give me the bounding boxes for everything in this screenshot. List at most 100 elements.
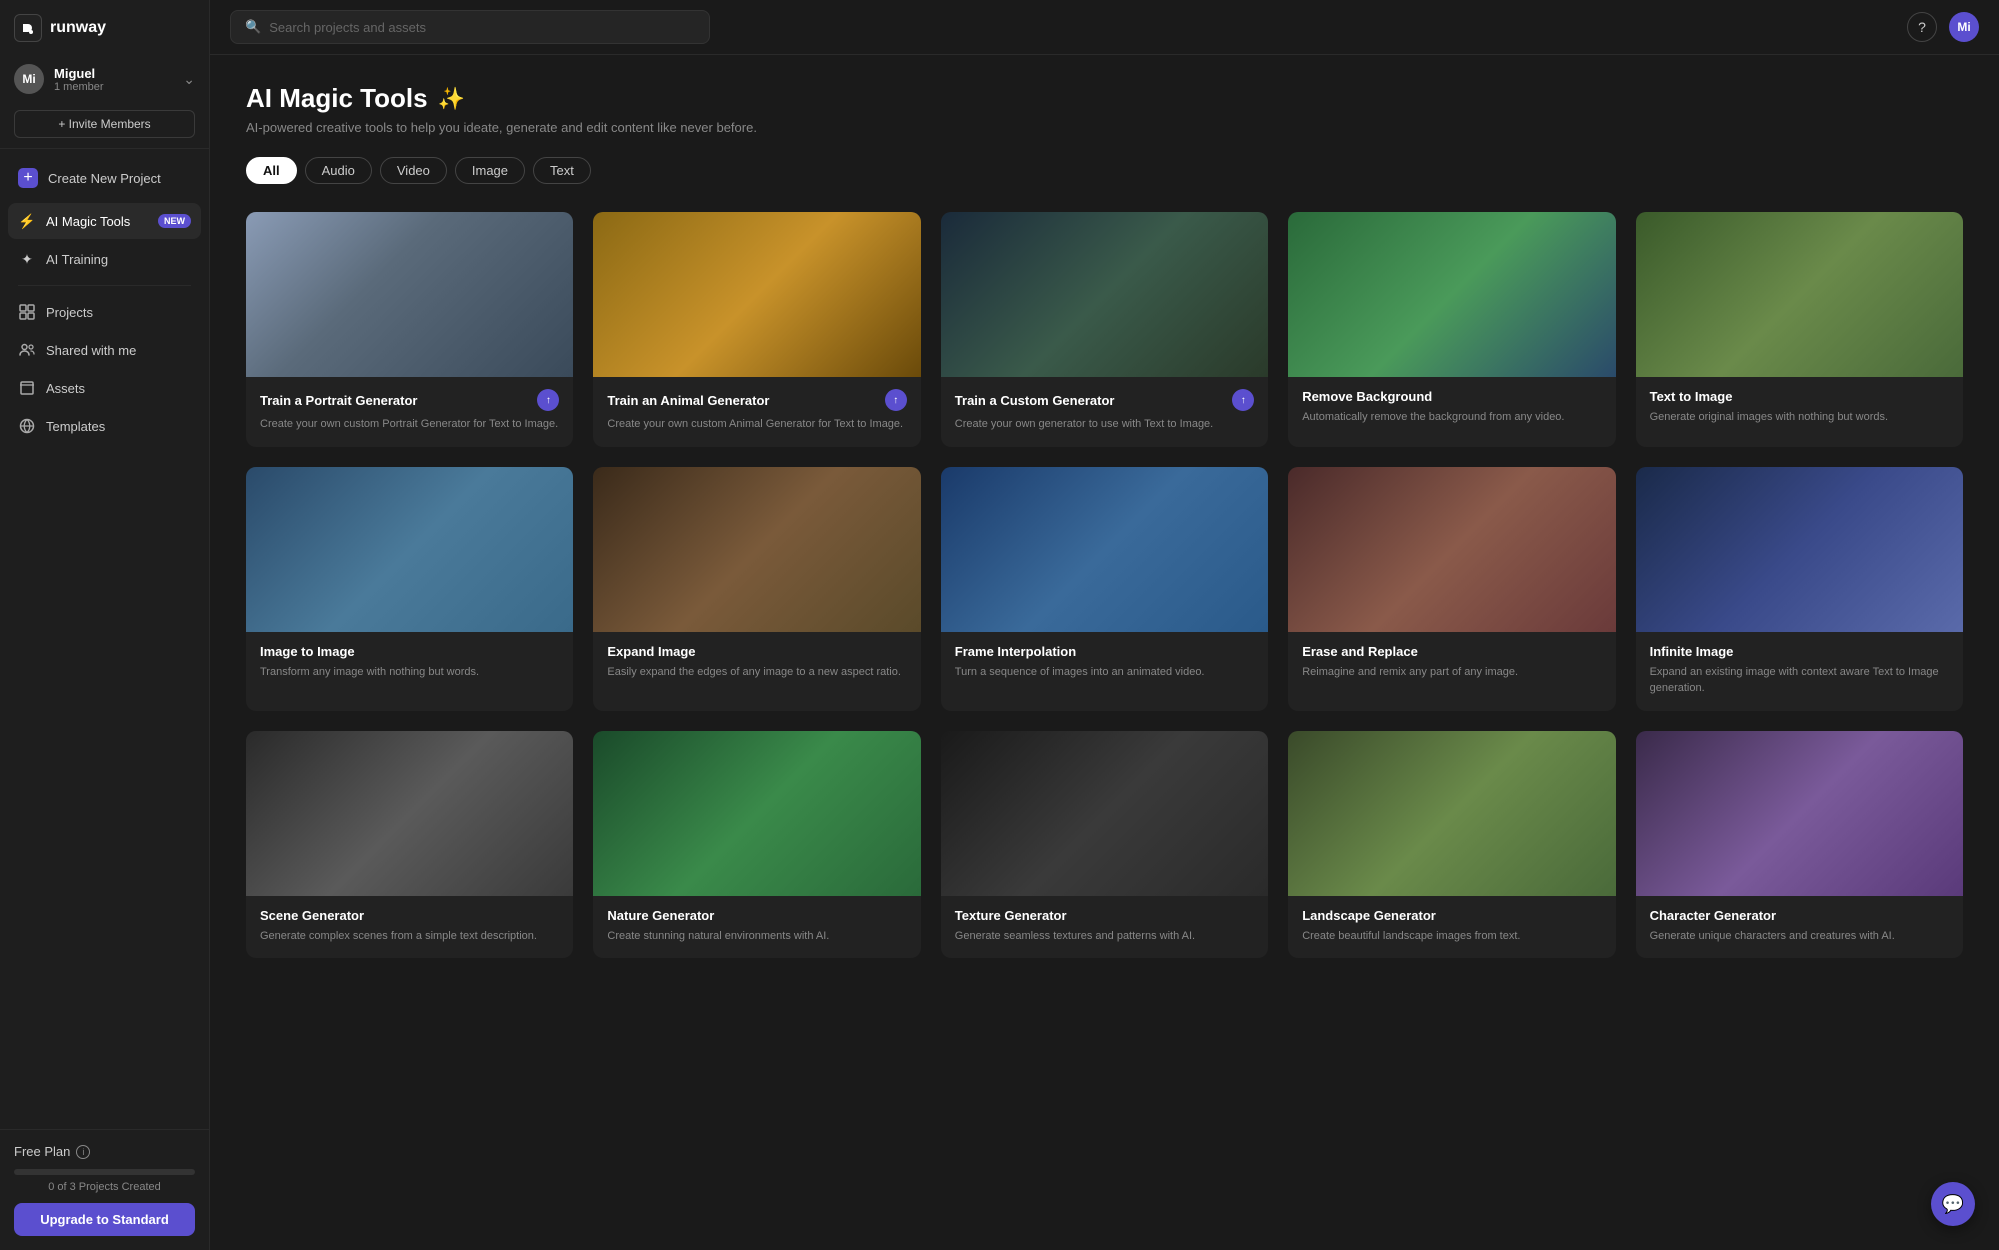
tool-card-tool-11[interactable]: Scene Generator Generate complex scenes f… — [246, 731, 573, 959]
tool-name-custom-generator: Train a Custom Generator — [955, 393, 1115, 408]
tool-name-text-to-image: Text to Image — [1650, 389, 1733, 404]
tool-card-text-to-image[interactable]: Text to ImageGenerate original images wi… — [1636, 212, 1963, 447]
logo-text: runway — [50, 19, 106, 37]
tool-card-expand-image[interactable]: Expand Image Easily expand the edges of a… — [593, 467, 920, 711]
tool-info-animal-generator: Train an Animal Generator↑Create your ow… — [593, 377, 920, 447]
upgrade-button[interactable]: Upgrade to Standard — [14, 1203, 195, 1236]
tool-card-custom-generator[interactable]: Train a Custom Generator↑Create your own… — [941, 212, 1268, 447]
tool-thumbnail-custom-generator — [941, 212, 1268, 377]
magic-icon: ⚡ — [18, 212, 36, 230]
filter-audio[interactable]: Audio — [305, 157, 372, 184]
tool-info-tool-15: Character GeneratorGenerate unique chara… — [1636, 896, 1963, 959]
shared-with-me-label: Shared with me — [46, 343, 191, 358]
wand-icon: ✨ — [438, 86, 465, 112]
tool-thumbnail-expand-image — [593, 467, 920, 632]
tool-name-erase-and-replace: Erase and Replace — [1302, 644, 1418, 659]
sidebar: runway Mi Miguel 1 member ⌄ + Invite Mem… — [0, 0, 210, 1250]
sidebar-item-ai-training[interactable]: ✦ AI Training — [8, 241, 201, 277]
tool-card-portrait-generator[interactable]: Train a Portrait Generator↑Create your o… — [246, 212, 573, 447]
tool-thumbnail-remove-background — [1288, 212, 1615, 377]
create-project-label: Create New Project — [48, 171, 191, 186]
sidebar-item-create-project[interactable]: + Create New Project — [8, 159, 201, 197]
tool-card-remove-background[interactable]: Remove BackgroundAutomatically remove th… — [1288, 212, 1615, 447]
topbar-right: ? Mi — [1907, 12, 1979, 42]
tool-info-infinite-image: Infinite ImageExpand an existing image w… — [1636, 632, 1963, 711]
projects-label: Projects — [46, 305, 191, 320]
tool-name-tool-11: Scene Generator — [260, 908, 364, 923]
tool-card-tool-14[interactable]: Landscape GeneratorCreate beautiful land… — [1288, 731, 1615, 959]
tool-thumbnail-infinite-image — [1636, 467, 1963, 632]
invite-members-button[interactable]: + Invite Members — [14, 110, 195, 138]
sidebar-item-assets[interactable]: Assets — [8, 370, 201, 406]
plan-label: Free Plan i — [14, 1144, 195, 1159]
tool-card-erase-and-replace[interactable]: Erase and ReplaceReimagine and remix any… — [1288, 467, 1615, 711]
tool-card-animal-generator[interactable]: Train an Animal Generator↑Create your ow… — [593, 212, 920, 447]
tool-name-remove-background: Remove Background — [1302, 389, 1432, 404]
page-content: AI Magic Tools ✨ AI-powered creative too… — [210, 55, 1999, 1250]
tool-card-tool-15[interactable]: Character GeneratorGenerate unique chara… — [1636, 731, 1963, 959]
filter-all[interactable]: All — [246, 157, 297, 184]
tool-card-infinite-image[interactable]: Infinite ImageExpand an existing image w… — [1636, 467, 1963, 711]
user-name: Miguel — [54, 66, 173, 81]
help-button[interactable]: ? — [1907, 12, 1937, 42]
tool-thumbnail-portrait-generator — [246, 212, 573, 377]
filter-video[interactable]: Video — [380, 157, 447, 184]
tool-card-tool-13[interactable]: Texture GeneratorGenerate seamless textu… — [941, 731, 1268, 959]
user-avatar: Mi — [14, 64, 44, 94]
tool-desc-image-to-image: Transform any image with nothing but wor… — [260, 664, 559, 681]
templates-label: Templates — [46, 419, 191, 434]
search-placeholder: Search projects and assets — [269, 20, 426, 35]
tool-info-image-to-image: Image to Image Transform any image with n… — [246, 632, 573, 695]
tool-info-erase-and-replace: Erase and ReplaceReimagine and remix any… — [1288, 632, 1615, 695]
plus-icon: + — [18, 168, 38, 188]
tool-card-image-to-image[interactable]: Image to Image Transform any image with n… — [246, 467, 573, 711]
tool-info-tool-14: Landscape GeneratorCreate beautiful land… — [1288, 896, 1615, 959]
projects-count: 0 of 3 Projects Created — [14, 1181, 195, 1193]
topbar-user-avatar[interactable]: Mi — [1949, 12, 1979, 42]
tool-name-tool-13: Texture Generator — [955, 908, 1067, 923]
chat-bubble[interactable]: 💬 — [1931, 1182, 1975, 1226]
page-title: AI Magic Tools — [246, 83, 428, 114]
tool-name-expand-image: Expand Image — [607, 644, 695, 659]
tool-card-tool-12[interactable]: Nature GeneratorCreate stunning natural … — [593, 731, 920, 959]
tool-desc-portrait-generator: Create your own custom Portrait Generato… — [260, 416, 559, 433]
tool-info-tool-12: Nature GeneratorCreate stunning natural … — [593, 896, 920, 959]
filter-text[interactable]: Text — [533, 157, 591, 184]
tool-badge-animal-generator: ↑ — [885, 389, 907, 411]
tool-desc-tool-11: Generate complex scenes from a simple te… — [260, 928, 559, 945]
tool-thumbnail-image-to-image — [246, 467, 573, 632]
ai-training-label: AI Training — [46, 252, 191, 267]
logo-icon — [14, 14, 42, 42]
tool-info-frame-interpolation: Frame InterpolationTurn a sequence of im… — [941, 632, 1268, 695]
assets-label: Assets — [46, 381, 191, 396]
page-title-row: AI Magic Tools ✨ — [246, 83, 1963, 114]
sidebar-item-ai-magic-tools[interactable]: ⚡ AI Magic Tools New — [8, 203, 201, 239]
info-icon[interactable]: i — [76, 1145, 90, 1159]
search-box[interactable]: 🔍 Search projects and assets — [230, 10, 710, 44]
tool-desc-tool-14: Create beautiful landscape images from t… — [1302, 928, 1601, 945]
tool-desc-tool-15: Generate unique characters and creatures… — [1650, 928, 1949, 945]
user-member: 1 member — [54, 81, 173, 93]
filter-image[interactable]: Image — [455, 157, 525, 184]
sidebar-item-templates[interactable]: Templates — [8, 408, 201, 444]
tool-name-portrait-generator: Train a Portrait Generator — [260, 393, 418, 408]
user-row[interactable]: Mi Miguel 1 member ⌄ — [14, 56, 195, 102]
assets-icon — [18, 379, 36, 397]
tool-thumbnail-frame-interpolation — [941, 467, 1268, 632]
tool-thumbnail-tool-14 — [1288, 731, 1615, 896]
tool-desc-infinite-image: Expand an existing image with context aw… — [1650, 664, 1949, 697]
tool-card-frame-interpolation[interactable]: Frame InterpolationTurn a sequence of im… — [941, 467, 1268, 711]
tool-desc-expand-image: Easily expand the edges of any image to … — [607, 664, 906, 681]
tool-thumbnail-animal-generator — [593, 212, 920, 377]
tool-info-expand-image: Expand Image Easily expand the edges of a… — [593, 632, 920, 695]
sidebar-item-shared-with-me[interactable]: Shared with me — [8, 332, 201, 368]
tool-info-remove-background: Remove BackgroundAutomatically remove th… — [1288, 377, 1615, 440]
tool-name-image-to-image: Image to Image — [260, 644, 355, 659]
sidebar-item-projects[interactable]: Projects — [8, 294, 201, 330]
projects-icon — [18, 303, 36, 321]
chevron-icon: ⌄ — [183, 71, 195, 88]
sidebar-divider — [18, 285, 191, 286]
sidebar-header: runway Mi Miguel 1 member ⌄ + Invite Mem… — [0, 0, 209, 149]
tool-thumbnail-tool-12 — [593, 731, 920, 896]
tool-info-custom-generator: Train a Custom Generator↑Create your own… — [941, 377, 1268, 447]
